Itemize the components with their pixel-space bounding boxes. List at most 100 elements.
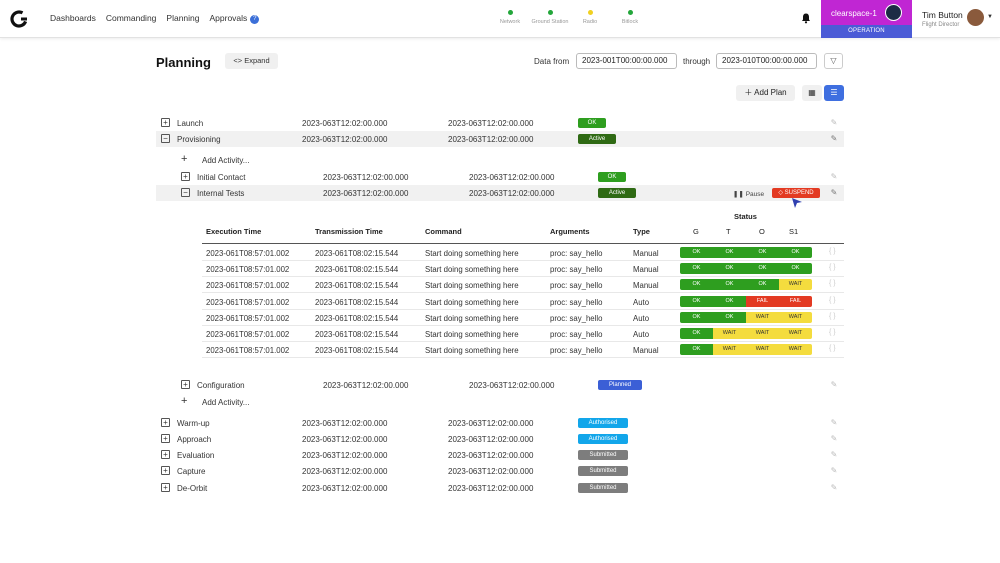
expand-toggle-icon[interactable]: + (161, 418, 170, 427)
list-view-icon[interactable]: ☰ (824, 85, 844, 101)
edit-icon[interactable]: ✎ (829, 380, 839, 390)
plan-name: Capture (177, 467, 206, 476)
plan-row[interactable]: − Internal Tests 2023-063T12:02:00.000 2023… (156, 185, 844, 201)
cell-exec: 2023-061T08:57:01.002 (206, 346, 290, 356)
plan-name: Internal Tests (197, 189, 245, 198)
edit-icon[interactable]: ✎ (829, 118, 839, 128)
cell-trans: 2023-061T08:02:15.544 (315, 265, 399, 275)
filter-icon[interactable]: ▽ (824, 53, 843, 69)
environment-switcher[interactable]: clearspace-1 OPERATION (821, 0, 912, 38)
table-row[interactable]: 2023-061T08:57:01.002 2023-061T08:02:15.5… (202, 310, 844, 326)
nav-approvals[interactable]: Approvals? (210, 13, 260, 24)
cell-cmd: Start doing something here (425, 265, 519, 275)
top-bar: Dashboards Commanding Planning Approvals… (0, 0, 1000, 38)
table-row[interactable]: 2023-061T08:57:01.002 2023-061T08:02:15.5… (202, 245, 844, 261)
expand-button[interactable]: <> Expand (225, 53, 278, 69)
braces-icon[interactable]: { } (829, 345, 836, 352)
cell-exec: 2023-061T08:57:01.002 (206, 313, 290, 323)
braces-icon[interactable]: { } (829, 313, 836, 320)
edit-icon[interactable]: ✎ (829, 466, 839, 476)
nav-dashboards[interactable]: Dashboards (50, 13, 96, 24)
edit-icon[interactable]: ✎ (829, 450, 839, 460)
add-plan-button[interactable]: ＋ Add Plan (736, 85, 795, 101)
table-row[interactable]: 2023-061T08:57:01.002 2023-061T08:02:15.5… (202, 261, 844, 278)
collapse-toggle-icon[interactable]: − (161, 134, 170, 143)
pause-icon: ❚❚ (733, 191, 746, 198)
status-indicator: Bitlock (610, 10, 650, 25)
table-row[interactable]: 2023-061T08:57:01.002 2023-061T08:02:15.5… (202, 294, 844, 310)
plan-row[interactable]: + Warm-up 2023-063T12:02:00.000 2023-063T12… (156, 415, 844, 431)
plan-row[interactable]: + Approach 2023-063T12:02:00.000 2023-063T1… (156, 431, 844, 447)
cell-trans: 2023-061T08:02:15.544 (315, 313, 399, 323)
cell-args: proc: say_hello (550, 265, 603, 275)
add-activity-button[interactable]: + Add Activity... (181, 152, 301, 168)
status-cell: OK (680, 263, 713, 275)
braces-icon[interactable]: { } (829, 264, 836, 271)
edit-icon[interactable]: ✎ (829, 134, 839, 144)
braces-icon[interactable]: { } (829, 248, 836, 255)
braces-icon[interactable]: { } (829, 280, 836, 287)
expand-toggle-icon[interactable]: + (161, 434, 170, 443)
plus-icon: ＋ (744, 88, 753, 97)
through-date-input[interactable]: 2023-010T00:00:00.000 (716, 53, 817, 69)
braces-icon[interactable]: { } (829, 329, 836, 336)
environment-mode: OPERATION (821, 25, 912, 38)
pause-label: Pause (745, 191, 765, 198)
table-row[interactable]: 2023-061T08:57:01.002 2023-061T08:02:15.5… (202, 342, 844, 359)
cell-trans: 2023-061T08:02:15.544 (315, 330, 399, 339)
app-logo-icon[interactable] (10, 10, 28, 28)
braces-icon[interactable]: { } (829, 297, 836, 304)
collapse-toggle-icon[interactable]: − (181, 188, 190, 197)
status-badge: Submitted (578, 483, 628, 493)
expand-toggle-icon[interactable]: + (161, 466, 170, 475)
plan-row[interactable]: + Capture 2023-063T12:02:00.000 2023-063T12… (156, 463, 844, 479)
expand-toggle-icon[interactable]: + (181, 380, 190, 389)
plan-name: Evaluation (177, 451, 215, 460)
plan-row[interactable]: − Provisioning 2023-063T12:02:00.000 2023-0… (156, 131, 844, 147)
cell-cmd: Start doing something here (425, 249, 519, 258)
edit-icon[interactable]: ✎ (829, 172, 839, 182)
table-row[interactable]: 2023-061T08:57:01.002 2023-061T08:02:15.5… (202, 326, 844, 342)
table-header-divider (202, 243, 844, 244)
pause-button[interactable]: ❚❚ Pause (733, 190, 764, 198)
column-header: Command (425, 227, 462, 236)
plan-row[interactable]: + Evaluation 2023-063T12:02:00.000 2023-063… (156, 447, 844, 463)
from-date-input[interactable]: 2023-001T00:00:00.000 (576, 53, 677, 69)
cell-args: proc: say_hello (550, 313, 603, 323)
plan-start-time: 2023-063T12:02:00.000 (302, 467, 388, 476)
bell-icon[interactable] (800, 12, 812, 24)
plan-row[interactable]: + De-Orbit 2023-063T12:02:00.000 2023-063T1… (156, 480, 844, 496)
status-badge: OK (578, 118, 606, 128)
status-indicators: Network Ground Station Radio Bitlock (490, 10, 650, 25)
user-menu[interactable]: Tim Button Flight Director (922, 10, 963, 28)
edit-icon[interactable]: ✎ (829, 483, 839, 493)
chevron-down-icon[interactable]: ▼ (987, 14, 993, 20)
edit-icon[interactable]: ✎ (829, 418, 839, 428)
expand-toggle-icon[interactable]: + (161, 118, 170, 127)
expand-toggle-icon[interactable]: + (181, 172, 190, 181)
plan-end-time: 2023-063T12:02:00.000 (448, 435, 534, 444)
calendar-view-icon[interactable]: ▦ (802, 85, 822, 101)
plan-row[interactable]: + Configuration 2023-063T12:02:00.000 2023-… (156, 377, 844, 393)
expand-toggle-icon[interactable]: + (161, 450, 170, 459)
table-row[interactable]: 2023-061T08:57:01.002 2023-061T08:02:15.5… (202, 277, 844, 294)
cell-exec: 2023-061T08:57:01.002 (206, 281, 290, 291)
nav-planning[interactable]: Planning (166, 13, 199, 24)
edit-icon[interactable]: ✎ (829, 434, 839, 444)
nav-commanding[interactable]: Commanding (106, 13, 157, 24)
plan-row[interactable]: + Launch 2023-063T12:02:00.000 2023-063T12:… (156, 115, 844, 131)
user-avatar[interactable] (967, 9, 984, 26)
edit-icon[interactable]: ✎ (829, 188, 839, 198)
add-activity-button[interactable]: + Add Activity... (181, 394, 301, 410)
status-cell: OK (713, 279, 746, 291)
cell-trans: 2023-061T08:02:15.544 (315, 249, 399, 258)
status-cell: OK (779, 263, 812, 275)
plan-end-time: 2023-063T12:02:00.000 (469, 189, 555, 198)
status-badge: Authorised (578, 418, 628, 428)
cell-exec: 2023-061T08:57:01.002 (206, 265, 290, 275)
expand-toggle-icon[interactable]: + (161, 483, 170, 492)
plan-start-time: 2023-063T12:02:00.000 (302, 135, 388, 144)
plan-row[interactable]: + Initial Contact 2023-063T12:02:00.000 202… (156, 169, 844, 185)
cell-exec: 2023-061T08:57:01.002 (206, 297, 290, 307)
plan-name: Configuration (197, 381, 245, 390)
